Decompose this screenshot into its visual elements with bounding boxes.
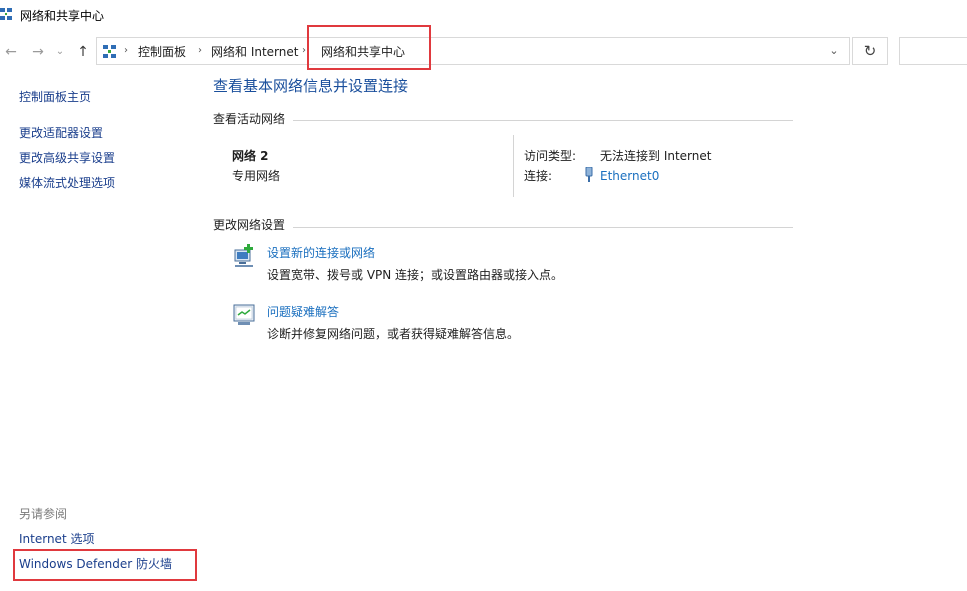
see-also-internet-options[interactable]: Internet 选项 [19,531,94,547]
back-button[interactable]: ← [2,43,20,61]
connection-label: 连接: [524,169,553,183]
sidebar-change-adapter-settings[interactable]: 更改适配器设置 [19,125,103,141]
breadcrumb-separator-icon: › [124,45,128,56]
troubleshoot-icon [233,304,255,325]
setup-new-connection-link[interactable]: 设置新的连接或网络 [267,245,375,261]
ethernet-icon [585,167,593,182]
sidebar-change-advanced-sharing[interactable]: 更改高级共享设置 [19,150,115,166]
network-category[interactable]: 专用网络 [232,168,280,184]
network-divider [513,135,514,197]
network-name: 网络 2 [232,149,269,163]
breadcrumb-separator-icon: › [302,45,306,56]
forward-button[interactable]: → [29,43,47,61]
breadcrumb-separator-icon: › [198,45,202,56]
window-title: 网络和共享中心 [20,9,105,23]
section-divider [293,120,793,121]
troubleshoot-problems-link[interactable]: 问题疑难解答 [267,304,339,320]
breadcrumb-network-internet[interactable]: 网络和 Internet [211,44,298,60]
address-dropdown-icon[interactable]: ⌄ [825,42,843,60]
refresh-button[interactable]: ↻ [852,37,888,65]
access-type-label: 访问类型: [524,149,577,163]
section-divider [293,227,793,228]
control-panel-icon [103,45,116,58]
ethernet0-link[interactable]: Ethernet0 [600,168,659,184]
breadcrumb-control-panel[interactable]: 控制面板 [138,44,186,60]
access-type-value: 无法连接到 Internet [600,149,712,163]
sidebar-media-streaming-options[interactable]: 媒体流式处理选项 [19,175,115,191]
sidebar-control-panel-home[interactable]: 控制面板主页 [19,89,91,105]
page-title: 查看基本网络信息并设置连接 [213,77,409,95]
address-bar[interactable]: › 控制面板 › 网络和 Internet › 网络和共享中心 ⌄ [96,37,850,65]
network-center-icon [0,8,12,20]
title-bar: 网络和共享中心 [0,0,967,32]
new-connection-icon [234,244,253,267]
see-also-heading: 另请参阅 [19,507,68,521]
troubleshoot-problems-desc: 诊断并修复网络问题，或者获得疑难解答信息。 [267,327,520,341]
highlight-firewall-link [13,549,197,581]
change-settings-heading: 更改网络设置 [213,218,286,232]
up-button[interactable]: ↑ [74,43,92,61]
recent-locations-button[interactable]: ⌄ [53,43,67,61]
search-input[interactable] [899,37,967,65]
highlight-current-breadcrumb [307,25,431,70]
setup-new-connection-desc: 设置宽带、拨号或 VPN 连接；或设置路由器或接入点。 [267,268,564,282]
active-networks-heading: 查看活动网络 [213,112,286,126]
